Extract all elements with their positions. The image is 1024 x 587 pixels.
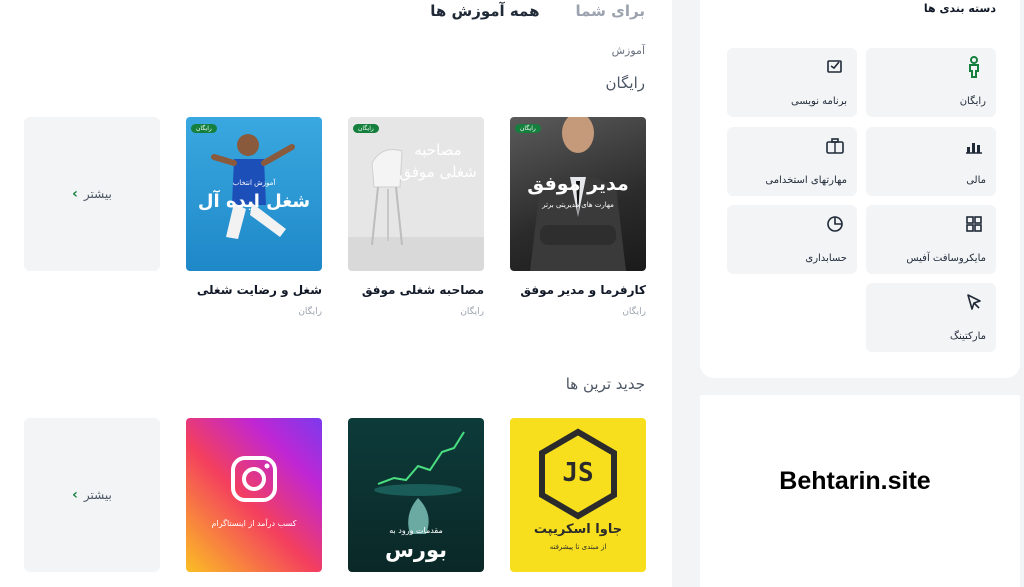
category-label: مهارتهای استخدامی [765,175,847,186]
tab-for-you[interactable]: برای شما [575,2,645,20]
course-thumbnail[interactable]: مقدمات ورود به بورس [348,418,484,572]
chevron-left-icon: ‹ [72,487,78,503]
course-title[interactable]: مصاحبه شغلی موفق [348,283,484,297]
category-marketing[interactable]: مارکتینگ [866,283,996,352]
js-logo: JS [562,458,594,488]
category-label: رایگان [959,96,986,107]
course-tabs: همه آموزش ها برای شما [430,2,645,20]
course-price: رایگان [622,307,646,317]
categories-panel: دسته بندی ها رایگان برنامه نویسی مالی مه… [700,0,1020,378]
course-title[interactable]: شغل و رضایت شغلی [186,283,322,297]
course-price: رایگان [460,307,484,317]
more-button-newest[interactable]: ‹ بیشتر [24,418,160,572]
more-label: بیشتر [83,488,112,502]
course-thumbnail[interactable]: JS جاوا اسکریپت از مبتدی تا پیشرفته [510,418,646,572]
course-price: رایگان [298,307,322,317]
category-finance[interactable]: مالی [866,127,996,196]
category-label: مالی [966,175,986,186]
thumb-subtitle: از مبتدی تا پیشرفته [549,543,607,551]
course-thumbnail[interactable]: رایگان مدیر موفق مهارت های مدیریتی برتر [510,117,646,271]
free-badge: رایگان [353,124,379,133]
tab-all-courses[interactable]: همه آموزش ها [430,2,539,20]
category-label: برنامه نویسی [790,96,847,107]
newest-courses-row: ‹ بیشتر JS جاوا اسکریپت از مبتدی تا پیشر… [24,418,646,578]
thumb-title: شغل ایده آل [197,191,311,212]
course-card[interactable]: رایگان آموزش انتخاب شغل ایده آل شغل و رض… [186,117,322,317]
categories-title: دسته بندی ها [923,2,996,15]
section-title-free: رایگان [605,74,645,92]
free-courses-row: ‹ بیشتر رایگان مدیر موفق مهارت های مدیری… [24,117,646,317]
main-content: همه آموزش ها برای شما آموزش رایگان ‹ بیش… [0,0,672,587]
course-title[interactable]: کارفرما و مدیر موفق [510,283,646,297]
category-employment-skills[interactable]: مهارتهای استخدامی [727,127,857,196]
ad-text: Behtarin.site [779,467,931,495]
course-card[interactable]: کسب درآمد از اینستاگرام [186,418,322,572]
briefcase-icon [826,138,844,154]
thumb-subtitle: مقدمات ورود به [389,526,443,535]
course-card[interactable]: JS جاوا اسکریپت از مبتدی تا پیشرفته [510,418,646,572]
thumb-title: مدیر موفق [527,173,629,195]
course-thumbnail[interactable]: رایگان آموزش انتخاب شغل ایده آل [186,117,322,271]
instagram-icon [231,456,277,502]
course-card[interactable]: مقدمات ورود به بورس [348,418,484,572]
free-badge: رایگان [191,124,217,133]
category-accounting[interactable]: حسابداری [727,205,857,274]
category-label: حسابداری [805,253,847,264]
category-microsoft-office[interactable]: مایکروسافت آفیس [866,205,996,274]
category-label: مایکروسافت آفیس [906,253,986,264]
course-card[interactable]: رایگان مدیر موفق مهارت های مدیریتی برتر … [510,117,646,317]
more-label: بیشتر [83,187,112,201]
breadcrumb[interactable]: آموزش [612,44,645,57]
pie-chart-icon [827,216,843,232]
section-title-newest: جدید ترین ها [565,375,645,393]
category-programming[interactable]: برنامه نویسی [727,48,857,117]
thumb-subtitle: آموزش انتخاب [232,179,276,187]
more-button-free[interactable]: ‹ بیشتر [24,117,160,271]
category-free[interactable]: رایگان [866,48,996,117]
free-badge: رایگان [515,124,541,133]
course-thumbnail[interactable]: کسب درآمد از اینستاگرام [186,418,322,572]
course-thumbnail[interactable]: رایگان مصاحبه شغلی موفق [348,117,484,271]
person-icon [969,56,979,78]
thumb-subtitle: مهارت های مدیریتی برتر [542,201,614,209]
category-label: مارکتینگ [950,331,986,342]
finance-icon [966,143,982,154]
ad-banner[interactable]: Behtarin.site [700,395,1020,587]
thumb-title: کسب درآمد از اینستاگرام [211,519,297,528]
code-icon [827,60,842,73]
thumb-title: جاوا اسکریپت [533,522,623,537]
cursor-icon [967,294,981,310]
thumb-title: بورس [384,538,448,562]
chevron-left-icon: ‹ [72,186,78,202]
thumb-title: مصاحبه شغلی موفق [399,141,477,181]
grid-icon [966,216,982,232]
course-card[interactable]: رایگان مصاحبه شغلی موفق مصاحبه شغلی موفق… [348,117,484,317]
